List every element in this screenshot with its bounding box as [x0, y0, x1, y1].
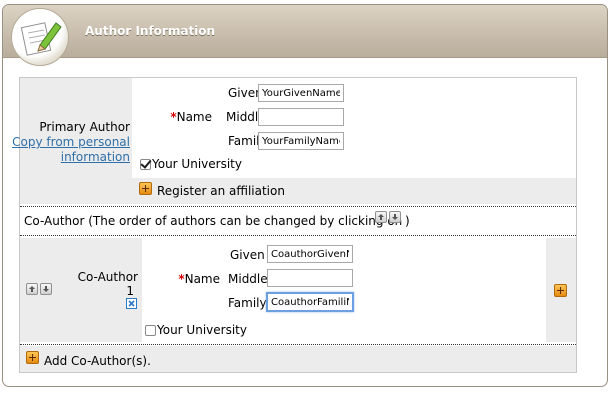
remove-coauthor-close-icon[interactable] — [126, 298, 137, 309]
primary-given-input[interactable] — [258, 84, 344, 102]
coauthor-university-row: Your University — [142, 318, 546, 342]
coauthor-move-down-button[interactable] — [40, 283, 52, 295]
author-form: Primary Author Copy from personal inform… — [12, 77, 577, 373]
register-affiliation-row: Register an affiliation — [132, 178, 576, 204]
coauthor-name-label-text: Name — [184, 272, 220, 286]
add-coauthor-side-cell — [546, 238, 576, 342]
coauthor-middle-label: Middle — [228, 272, 268, 286]
move-down-arrow-icon — [389, 211, 401, 223]
copy-from-personal-link-line2[interactable]: information — [61, 150, 130, 164]
coauthor-label-cell: Co-Author 1 — [20, 238, 142, 342]
coauthor-given-label: Given — [230, 248, 265, 262]
move-up-arrow-icon — [375, 211, 387, 223]
register-affiliation-plus-icon[interactable] — [139, 182, 152, 195]
primary-author-label-cell: Primary Author Copy from personal inform… — [12, 78, 132, 204]
coauthor-name-label-cell: *Name — [142, 238, 222, 318]
insert-coauthor-plus-icon[interactable] — [554, 284, 567, 297]
coauthor-university-checkbox[interactable] — [145, 325, 156, 336]
coauthor-given-input[interactable] — [267, 245, 353, 263]
coauthor-middle-input[interactable] — [267, 269, 353, 287]
add-coauthor-label[interactable]: Add Co-Author(s). — [44, 354, 151, 368]
coauthor-name-label: *Name — [178, 272, 220, 286]
name-label-text: Name — [176, 110, 212, 124]
primary-name-label: *Name — [170, 110, 212, 124]
author-information-panel: Author Information Primary Author Copy f… — [2, 4, 608, 387]
primary-field-labels: Given Middle Family — [214, 78, 267, 154]
primary-university-checkbox[interactable] — [140, 159, 151, 170]
panel-title: Author Information — [85, 24, 216, 38]
primary-university-label: Your University — [152, 157, 242, 171]
coauthor-field-labels: Given Middle Family — [222, 238, 268, 318]
coauthor-family-label: Family — [228, 296, 267, 310]
coauthor-note-suffix: ) — [405, 214, 410, 228]
add-coauthor-row: Add Co-Author(s). — [20, 346, 576, 372]
coauthor-note-text: Co-Author (The order of authors can be c… — [24, 214, 403, 228]
primary-family-input[interactable] — [258, 132, 344, 150]
primary-name-label-cell: *Name — [132, 78, 214, 154]
document-pencil-logo-icon — [11, 8, 69, 66]
coauthor-university-label: Your University — [157, 323, 247, 337]
panel-header: Author Information — [3, 5, 607, 66]
section-divider — [20, 206, 576, 207]
section-divider-3 — [20, 344, 576, 345]
copy-from-personal-link[interactable]: Copy from personal — [12, 135, 130, 149]
coauthor-order-note: Co-Author (The order of authors can be c… — [24, 214, 402, 228]
coauthor-label: Co-Author — [77, 270, 138, 284]
coauthor-number: 1 — [126, 284, 134, 298]
primary-university-row: Your University — [132, 154, 576, 178]
section-divider-2 — [20, 235, 576, 236]
primary-middle-input[interactable] — [258, 108, 344, 126]
coauthor-family-input[interactable] — [266, 292, 354, 312]
register-affiliation-label[interactable]: Register an affiliation — [157, 184, 285, 198]
add-coauthor-plus-icon[interactable] — [26, 351, 39, 364]
coauthor-move-up-button[interactable] — [26, 283, 38, 295]
primary-author-label: Primary Author — [39, 120, 130, 134]
